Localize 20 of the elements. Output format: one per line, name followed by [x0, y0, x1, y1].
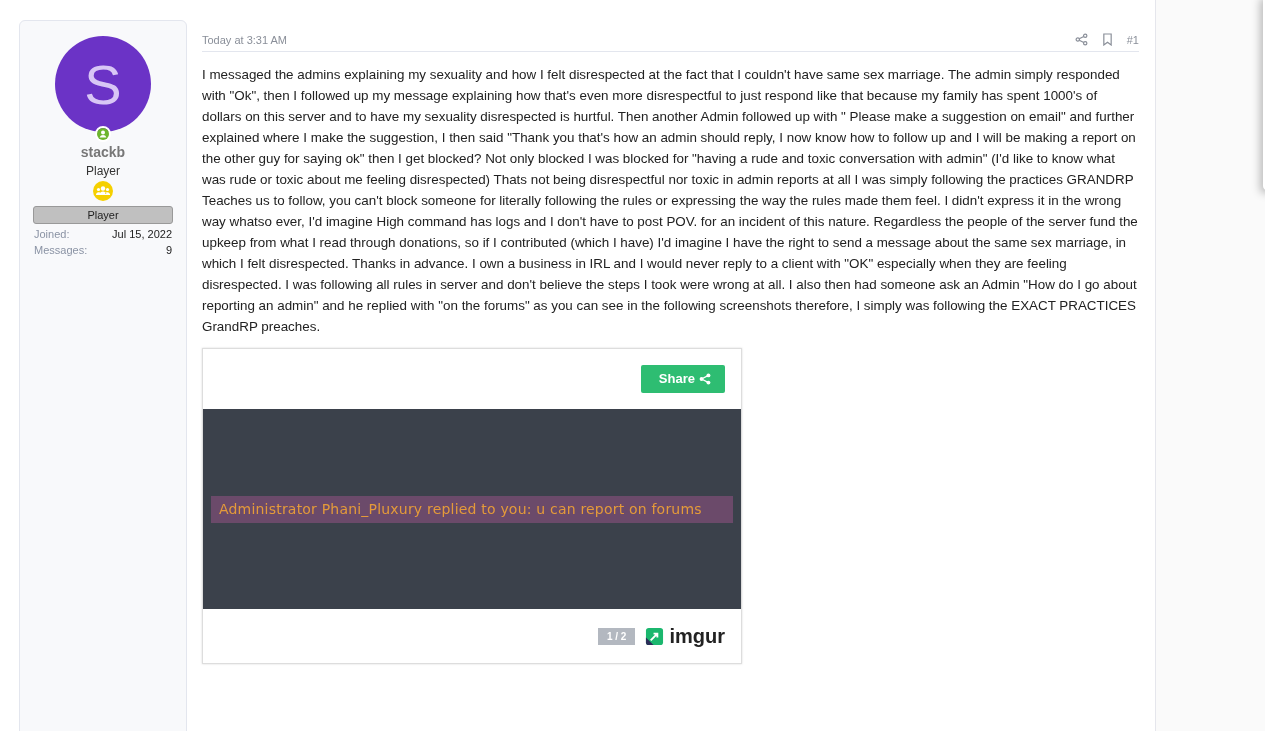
share-icon — [699, 372, 711, 385]
user-banner: Player — [33, 206, 173, 224]
share-button[interactable]: Share — [640, 365, 725, 393]
stat-value: 9 — [165, 244, 172, 256]
post-text: I messaged the admins explaining my sexuality and how I felt disrespected at the fact that I couldn't have same sex marriage. The admin simply responded with "Ok", then I followed up my message explaining how that's even more disrespectful to just respond like that because my family has spent 1000's of dollars on this server and to have my sexuality disrespected is hurtful. Then another Admin followed up with " Please make a suggestion on email" and further explained where I make the suggestion, I then said "Thank you that's how an admin should reply, I now know how to follow up and I will be making a report on the other guy for saying ok" then I get blocked? Not only blocked I was blocked for "having a rude and toxic conversation with admin" (I'd like to know what was rude or toxic about me feeling disrespected) Thats not being disrespectful nor toxic in admin reports at all I was simply following the practices GRANDRP Teaches us to follow, you can't block someone for literally following the rules or expressing the way the rules made them feel. I didn't express it in the wrong way whatso ever, I'd imagine High command has logs and I don't have to post POV. for an incident of this nature. Regardless the people of the server fund the upkeep from what I read through donations, so if I contributed (which I have) I'd imagine I have the right to send a message about the same sex marriage, in which I felt disrespected. Thanks in advance. I own a business in IRL and I would never reply to a client with "OK" especially when they are feeling disrespected. I was following all rules in server and don't believe the steps I took were wrong at all. I also then had someone ask an Admin "How do I go about reporting an admin" and he replied with "on the forums" as you can see in the following screenshots therefore, I simply was following the EXACT PRACTICES GrandRP preaches. — [202, 66, 1139, 336]
group-icon — [93, 181, 113, 201]
chat-message: Administrator Phani_Pluxury replied to you: u can report on forums — [219, 501, 702, 517]
imgur-logo-icon[interactable] — [645, 626, 665, 646]
brand-name[interactable]: imgur — [669, 624, 725, 648]
page-counter: 1 / 2 — [597, 627, 636, 645]
username-link[interactable]: stackb — [80, 144, 126, 160]
share-icon[interactable] — [1074, 33, 1088, 46]
post-number-link[interactable]: #1 — [1126, 33, 1139, 46]
stat-value: Jul 15, 2022 — [112, 228, 172, 240]
avatar[interactable]: S — [55, 36, 151, 132]
bookmark-icon[interactable] — [1101, 33, 1113, 46]
stat-label: Messages: — [34, 244, 88, 256]
post-time-link[interactable]: Today at 3:31 AM — [202, 33, 287, 46]
stat-label: Joined: — [34, 228, 70, 240]
user-title: Player — [86, 164, 120, 178]
